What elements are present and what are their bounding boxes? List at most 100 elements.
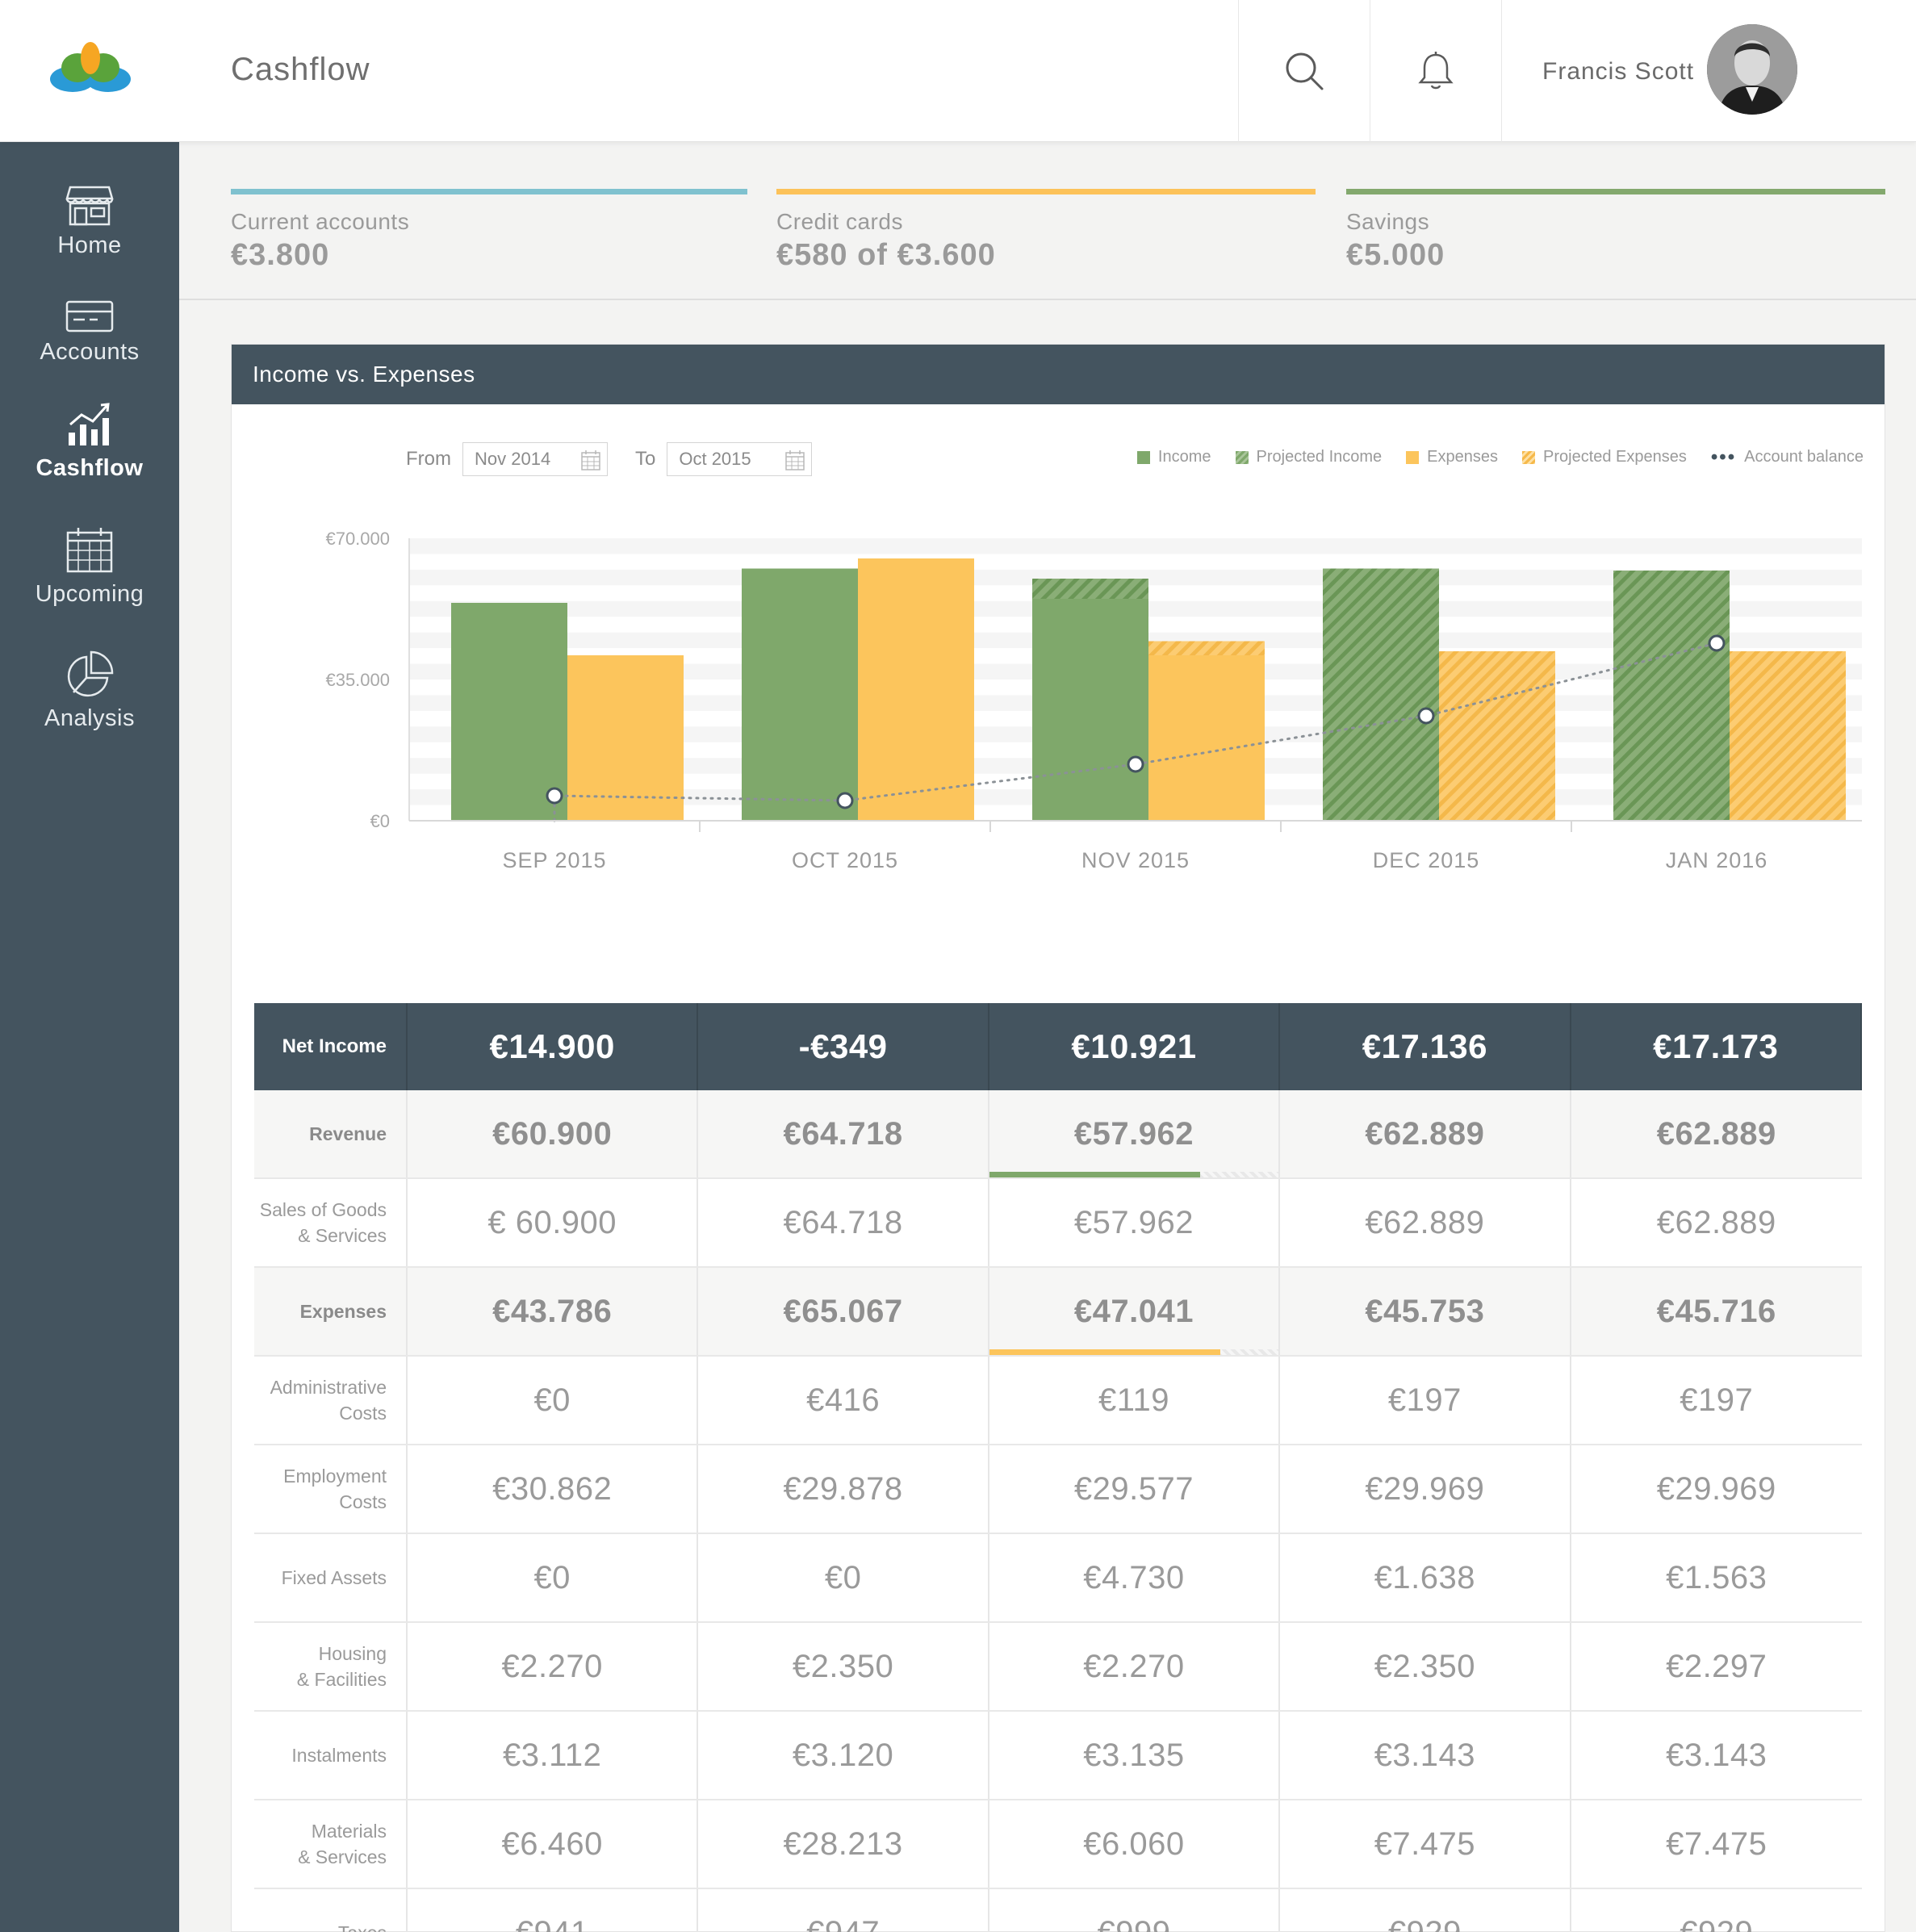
table-cell[interactable]: €62.889 — [1280, 1179, 1571, 1266]
savings-card[interactable]: Savings €5.000 — [1346, 189, 1885, 286]
table-cell[interactable]: €3.143 — [1571, 1712, 1862, 1799]
nav-item-cashflow[interactable]: Cashflow — [0, 400, 179, 513]
table-cell[interactable]: €6.460 — [408, 1800, 699, 1888]
table-cell[interactable]: €3.112 — [408, 1712, 699, 1799]
legend-account-balance[interactable]: ••• Account balance — [1711, 447, 1864, 466]
table-cell[interactable]: €197 — [1280, 1357, 1571, 1444]
table-cell[interactable]: €929 — [1571, 1889, 1862, 1932]
table-cell[interactable]: €119 — [989, 1357, 1281, 1444]
table-cell[interactable]: €43.786 — [408, 1268, 699, 1355]
net-income-cell[interactable]: €10.921 — [989, 1003, 1281, 1090]
table-cell[interactable]: €57.962 — [989, 1179, 1281, 1266]
legend-projected-income[interactable]: Projected Income — [1235, 448, 1382, 466]
legend-income[interactable]: Income — [1136, 448, 1211, 466]
projected-expenses-bar — [1439, 651, 1555, 821]
table-cell[interactable]: €45.753 — [1280, 1268, 1571, 1355]
cell-value: €4.730 — [1083, 1559, 1185, 1595]
table-cell[interactable]: €47.041 — [989, 1268, 1281, 1355]
credit-cards-card[interactable]: Credit cards €580 of €3.600 — [776, 189, 1316, 286]
table-cell[interactable]: €941 — [408, 1889, 699, 1932]
nav-item-accounts[interactable]: Accounts — [0, 300, 179, 413]
from-date-value: Nov 2014 — [475, 449, 551, 469]
table-cell[interactable]: €62.889 — [1571, 1179, 1862, 1266]
expenses-bar — [858, 558, 974, 821]
nav-item-analysis[interactable]: Analysis — [0, 650, 179, 763]
row-label: Net Income — [254, 1003, 408, 1090]
table-cell[interactable]: €2.297 — [1571, 1623, 1862, 1710]
net-income-cell[interactable]: €17.136 — [1280, 1003, 1571, 1090]
legend-expenses[interactable]: Expenses — [1406, 448, 1498, 466]
table-cell[interactable]: €3.135 — [989, 1712, 1281, 1799]
from-date-picker[interactable]: Nov 2014 — [462, 442, 608, 476]
pie-chart-icon — [67, 650, 114, 697]
net-income-cell[interactable]: €14.900 — [408, 1003, 699, 1090]
cell-value: €2.270 — [1083, 1648, 1185, 1684]
table-cell[interactable]: €3.143 — [1280, 1712, 1571, 1799]
table-header-row: Net Income €14.900 -€349 €10.921 €17.136 €17.… — [254, 1003, 1862, 1090]
table-cell[interactable]: €29.577 — [989, 1445, 1281, 1533]
avatar[interactable] — [1707, 24, 1797, 115]
cell-value: € 60.900 — [487, 1204, 617, 1240]
nav-item-home[interactable]: Home — [0, 184, 179, 297]
row-label: Materials & Services — [254, 1800, 408, 1888]
nav-item-upcoming[interactable]: Upcoming — [0, 526, 179, 639]
to-label: To — [635, 448, 656, 470]
notifications-button[interactable] — [1370, 0, 1500, 142]
current-accounts-value: €3.800 — [231, 238, 330, 272]
table-cell[interactable]: €62.889 — [1571, 1090, 1862, 1177]
table-cell[interactable]: €57.962 — [989, 1090, 1281, 1177]
table-cell[interactable]: €60.900 — [408, 1090, 699, 1177]
table-cell[interactable]: €6.060 — [989, 1800, 1281, 1888]
table-cell[interactable]: €2.270 — [408, 1623, 699, 1710]
table-cell[interactable]: € 60.900 — [408, 1179, 699, 1266]
home-icon — [65, 186, 114, 226]
to-date-picker[interactable]: Oct 2015 — [667, 442, 813, 476]
table-cell[interactable]: €999 — [989, 1889, 1281, 1932]
net-income-cell[interactable]: -€349 — [698, 1003, 989, 1090]
table-cell[interactable]: €0 — [408, 1534, 699, 1621]
nav-label-cashflow: Cashflow — [36, 455, 144, 481]
table-cell[interactable]: €0 — [698, 1534, 989, 1621]
table-row: Expenses €43.786 €65.067 €47.041 €45.753 €45.… — [254, 1268, 1862, 1357]
cell-value: €62.889 — [1656, 1115, 1776, 1152]
table-cell[interactable]: €4.730 — [989, 1534, 1281, 1621]
table-cell[interactable]: €7.475 — [1280, 1800, 1571, 1888]
expenses-swatch — [1406, 450, 1420, 464]
table-cell[interactable]: €2.350 — [1280, 1623, 1571, 1710]
table-cell[interactable]: €29.878 — [698, 1445, 989, 1533]
search-button[interactable] — [1238, 0, 1369, 142]
logo[interactable] — [48, 40, 132, 102]
table-cell[interactable]: €45.716 — [1571, 1268, 1862, 1355]
user-name: Francis Scott — [1542, 58, 1695, 85]
table-cell[interactable]: €7.475 — [1571, 1800, 1862, 1888]
account-balance-point — [836, 792, 854, 809]
table-cell[interactable]: €929 — [1280, 1889, 1571, 1932]
progress-fill — [989, 1349, 1221, 1355]
table-cell[interactable]: €64.718 — [698, 1179, 989, 1266]
table-cell[interactable]: €1.563 — [1571, 1534, 1862, 1621]
table-cell[interactable]: €29.969 — [1571, 1445, 1862, 1533]
credit-cards-value: €580 of €3.600 — [776, 238, 996, 272]
table-cell[interactable]: €1.638 — [1280, 1534, 1571, 1621]
table-cell[interactable]: €3.120 — [698, 1712, 989, 1799]
cell-value: €197 — [1387, 1382, 1462, 1418]
cell-value: €64.718 — [783, 1115, 903, 1152]
table-cell[interactable]: €947 — [698, 1889, 989, 1932]
table-cell[interactable]: €28.213 — [698, 1800, 989, 1888]
table-cell[interactable]: €416 — [698, 1357, 989, 1444]
legend-projected-expenses[interactable]: Projected Expenses — [1522, 448, 1687, 466]
table-cell[interactable]: €29.969 — [1280, 1445, 1571, 1533]
current-accounts-card[interactable]: Current accounts €3.800 — [231, 189, 747, 286]
panel-title: Income vs. Expenses — [232, 345, 1885, 404]
table-cell[interactable]: €2.350 — [698, 1623, 989, 1710]
user-menu[interactable]: Francis Scott — [1501, 0, 1916, 142]
table-cell[interactable]: €0 — [408, 1357, 699, 1444]
table-cell[interactable]: €2.270 — [989, 1623, 1281, 1710]
net-income-cell[interactable]: €17.173 — [1571, 1003, 1862, 1090]
table-cell[interactable]: €65.067 — [698, 1268, 989, 1355]
table-cell[interactable]: €197 — [1571, 1357, 1862, 1444]
table-cell[interactable]: €62.889 — [1280, 1090, 1571, 1177]
table-cell[interactable]: €30.862 — [408, 1445, 699, 1533]
cell-value: €2.350 — [792, 1648, 894, 1684]
table-cell[interactable]: €64.718 — [698, 1090, 989, 1177]
